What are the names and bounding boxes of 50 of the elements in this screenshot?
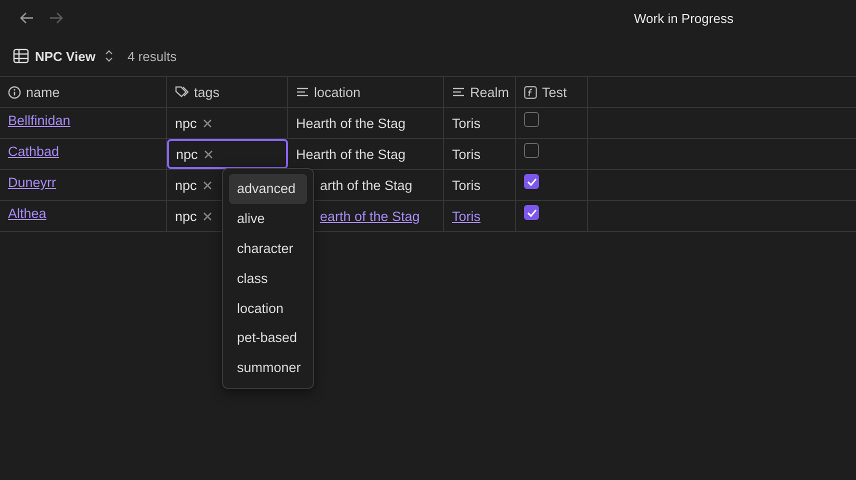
menu-item[interactable]: class (229, 263, 307, 294)
tag-icon (175, 86, 189, 98)
tag-label: npc (175, 178, 197, 192)
column-header[interactable]: Realm (452, 84, 510, 100)
back-icon[interactable] (20, 12, 34, 24)
window-title: Work in Progress (634, 10, 734, 26)
menu-item[interactable]: alive (229, 204, 307, 234)
note-link[interactable]: Cathbad (8, 144, 60, 159)
menu-item[interactable]: advanced (229, 174, 307, 204)
checkbox[interactable] (524, 205, 539, 220)
tag-label: npc (175, 208, 197, 224)
close-icon[interactable] (202, 118, 212, 128)
checkbox[interactable] (524, 143, 539, 158)
note-link[interactable]: Althea (8, 206, 46, 221)
column-header[interactable]: Test (524, 84, 567, 100)
menu-item[interactable]: pet-based (229, 322, 307, 353)
realm-text: Toris (452, 146, 481, 162)
tag-label: npc (176, 146, 198, 162)
text-lines-icon (452, 87, 465, 97)
location-link[interactable]: earth of the Stag (320, 208, 420, 224)
realm-text: Toris (452, 116, 481, 130)
results-count: 4 results (127, 48, 177, 64)
info-icon (8, 86, 21, 98)
note-link[interactable]: Bellfinidan (8, 113, 70, 128)
check-icon (526, 208, 536, 216)
forward-icon[interactable] (49, 12, 63, 24)
close-icon[interactable] (202, 180, 212, 190)
text-lines-icon (296, 87, 309, 97)
column-header[interactable]: location (296, 84, 361, 100)
column-header[interactable]: tags (175, 84, 220, 100)
location-text: Hearth of the Stag (296, 146, 406, 162)
check-icon (526, 178, 536, 186)
close-icon[interactable] (202, 212, 212, 220)
menu-item[interactable]: location (229, 293, 307, 323)
column-header[interactable]: name (8, 84, 60, 100)
location-text: Hearth of the Stag (296, 116, 406, 130)
realm-text: Toris (452, 178, 481, 192)
menu-item[interactable]: summoner (229, 352, 307, 383)
view-name[interactable]: NPC View (35, 48, 96, 64)
close-icon[interactable] (204, 150, 213, 158)
note-link[interactable]: Duneyrr (8, 175, 56, 190)
location-text: arth of the Stag (320, 178, 412, 192)
checkbox[interactable] (524, 174, 539, 189)
formula-icon (524, 86, 537, 98)
realm-link[interactable]: Toris (452, 208, 481, 224)
checkbox[interactable] (524, 112, 539, 127)
table-icon (13, 48, 29, 64)
menu-item[interactable]: character (229, 234, 307, 264)
tag-label: npc (175, 116, 197, 130)
sort-icon[interactable] (105, 50, 114, 62)
